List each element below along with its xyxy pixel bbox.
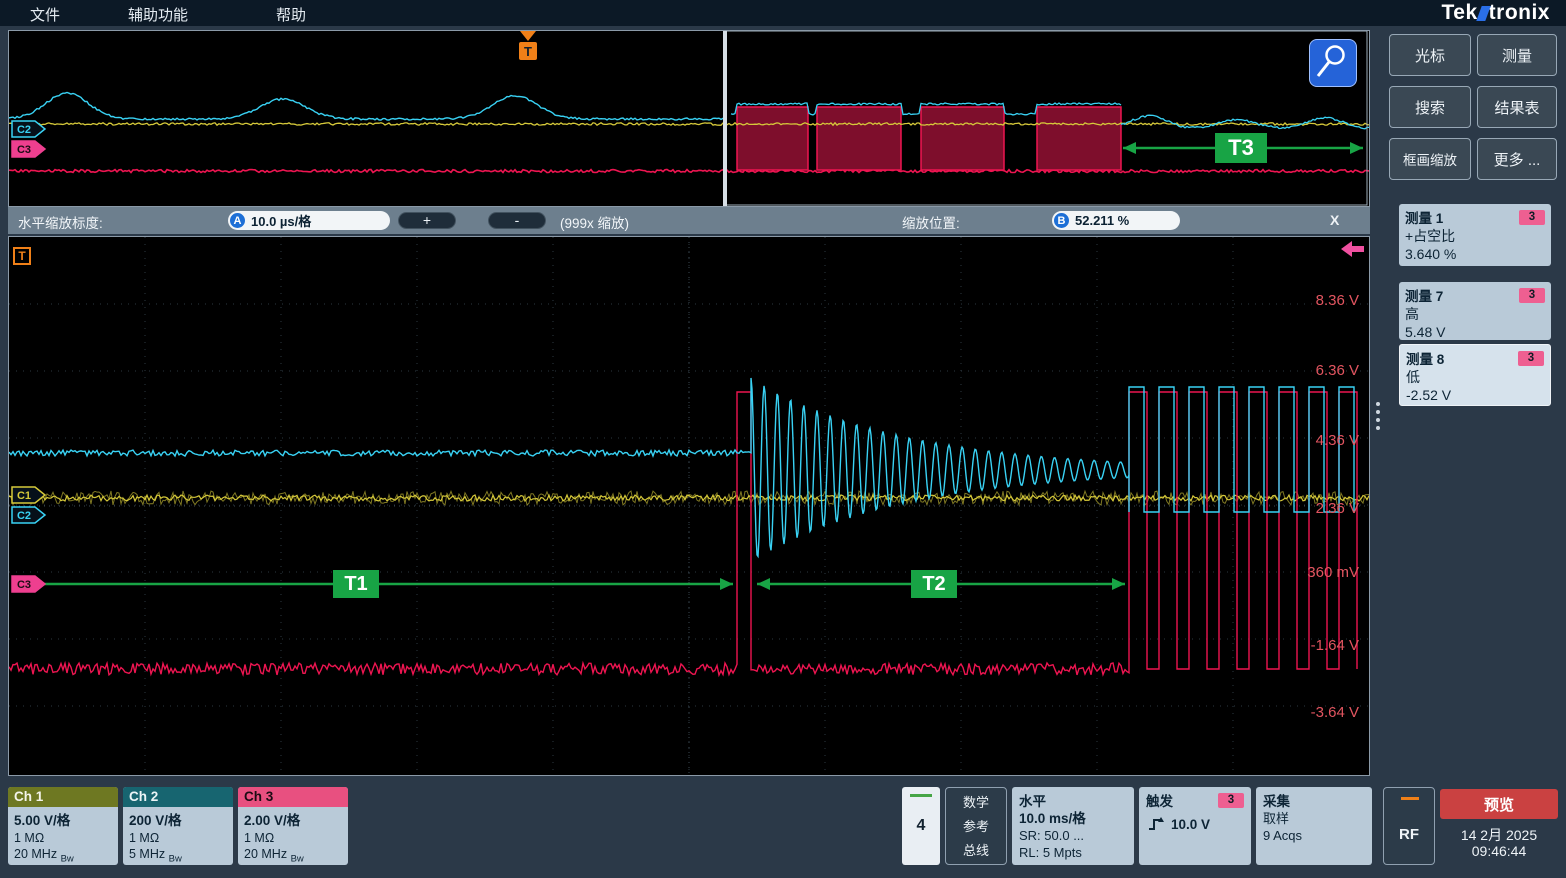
zoom-position-label: 缩放位置:: [902, 212, 960, 232]
bandwidth-limit-icon: Bw: [169, 854, 182, 865]
cursors-button[interactable]: 光标: [1389, 34, 1471, 76]
more-button[interactable]: 更多 ...: [1477, 138, 1557, 180]
volt-label: 4.36 V: [1289, 432, 1359, 449]
channel3-marker[interactable]: C3: [11, 574, 47, 594]
t1-annotation: T1: [333, 570, 379, 598]
source-channel-badge: 3: [1519, 288, 1545, 303]
time-label: 09:46:44: [1440, 843, 1558, 859]
zoom-control-bar: 水平缩放标度: A 10.0 µs/格 + - (999x 缩放) 缩放位置: …: [8, 207, 1370, 234]
measurement-badge-7[interactable]: 测量 73 高 5.48 V: [1399, 282, 1551, 340]
t2-annotation: T2: [911, 570, 957, 598]
main-waveforms: [9, 237, 1369, 775]
svg-text:C3: C3: [17, 144, 31, 156]
rf-color-dash-icon: [1401, 797, 1419, 800]
svg-text:C2: C2: [17, 510, 31, 522]
zoom-in-button[interactable]: +: [398, 212, 456, 229]
channel1-badge[interactable]: Ch 1 5.00 V/格 1 MΩ 20 MHz Bw: [8, 787, 118, 865]
channel2-marker[interactable]: C2: [11, 505, 47, 525]
volt-label: 6.36 V: [1289, 362, 1359, 379]
volt-label: 8.36 V: [1289, 292, 1359, 309]
acquisition-badge[interactable]: 采集 取样 9 Acqs: [1256, 787, 1372, 865]
waveform-overview[interactable]: T C2 C3 T3: [8, 30, 1370, 207]
volt-label: 360 mV: [1289, 564, 1359, 581]
zoom-magnifier-icon[interactable]: [1309, 39, 1357, 87]
volt-label: 2.36 V: [1289, 500, 1359, 517]
measurement-badge-8[interactable]: 测量 83 低 -2.52 V: [1399, 344, 1551, 406]
trigger-marker[interactable]: T: [519, 42, 537, 60]
rising-edge-icon: [1146, 817, 1166, 832]
bottom-bar: Ch 1 5.00 V/格 1 MΩ 20 MHz Bw Ch 2 200 V/…: [0, 784, 1566, 878]
menu-file[interactable]: 文件: [30, 4, 60, 25]
menu-help[interactable]: 帮助: [276, 4, 306, 25]
source-channel-badge: 3: [1518, 351, 1544, 366]
magnifier-glyph: [1310, 40, 1354, 84]
right-sidebar: 光标 测量 搜索 结果表 框画缩放 更多 ... 测量 13 +占空比 3.64…: [1383, 30, 1563, 780]
add-math-button[interactable]: 数学: [946, 791, 1006, 815]
t3-annotation: T3: [1215, 133, 1267, 163]
channel2-badge[interactable]: Ch 2 200 V/格 1 MΩ 5 MHz Bw: [123, 787, 233, 865]
zoom-scale-label: 水平缩放标度:: [18, 212, 103, 232]
channel4-color-dash-icon: [910, 794, 932, 797]
zoom-factor-label: (999x 缩放): [560, 212, 629, 232]
channel1-marker[interactable]: C1: [11, 485, 47, 505]
channel2-overview-marker[interactable]: C2: [11, 119, 47, 139]
trigger-indicator[interactable]: T: [13, 247, 31, 265]
channel3-overview-marker[interactable]: C3: [11, 139, 47, 159]
add-math-ref-bus-button[interactable]: 数学 参考 总线: [945, 787, 1007, 865]
panel-drag-handle[interactable]: [1374, 398, 1382, 434]
volt-label: -3.64 V: [1289, 704, 1359, 721]
tektronix-logo: Tektronix: [1442, 1, 1550, 25]
svg-text:C2: C2: [17, 124, 31, 136]
zoom-out-button[interactable]: -: [488, 212, 546, 229]
add-bus-button[interactable]: 总线: [946, 839, 1006, 863]
bandwidth-limit-icon: Bw: [291, 854, 304, 865]
volt-label: -1.64 V: [1289, 637, 1359, 654]
rf-button[interactable]: RF: [1383, 787, 1435, 865]
svg-text:C3: C3: [17, 579, 31, 591]
overview-waveforms: [9, 31, 1369, 206]
menu-utility[interactable]: 辅助功能: [128, 4, 188, 25]
date-label: 14 2月 2025: [1440, 825, 1558, 845]
channel4-badge[interactable]: 4: [902, 787, 940, 865]
source-channel-badge: 3: [1519, 210, 1545, 225]
close-zoom-icon[interactable]: X: [1330, 212, 1339, 228]
trigger-source-badge: 3: [1218, 793, 1244, 808]
svg-text:C1: C1: [17, 490, 31, 502]
multipurpose-b-icon: B: [1054, 213, 1069, 228]
search-button[interactable]: 搜索: [1389, 86, 1471, 128]
trigger-level-arrow-icon[interactable]: [1341, 240, 1365, 258]
multipurpose-a-icon: A: [230, 213, 245, 228]
main-waveform-display[interactable]: T 8.36 V 6.36 V 4.36 V 2.36 V 360 mV -1.…: [8, 236, 1370, 776]
measurement-badge-1[interactable]: 测量 13 +占空比 3.640 %: [1399, 204, 1551, 266]
horizontal-badge[interactable]: 水平 10.0 ms/格 SR: 50.0 ... RL: 5 Mpts: [1012, 787, 1134, 865]
results-table-button[interactable]: 结果表: [1477, 86, 1557, 128]
trigger-badge[interactable]: 触发3 10.0 V: [1139, 787, 1251, 865]
bandwidth-limit-icon: Bw: [61, 854, 74, 865]
oscilloscope-ui: 文件 辅助功能 帮助 Tektronix T C2 C3 T3 水平缩放标度: …: [0, 0, 1566, 878]
preview-button[interactable]: 预览: [1440, 789, 1558, 819]
box-zoom-button[interactable]: 框画缩放: [1389, 138, 1471, 180]
zoom-position-value[interactable]: B 52.211 %: [1052, 211, 1180, 230]
menu-bar: 文件 辅助功能 帮助 Tektronix: [0, 0, 1566, 26]
channel3-badge[interactable]: Ch 3 2.00 V/格 1 MΩ 20 MHz Bw: [238, 787, 348, 865]
trigger-position-icon[interactable]: [520, 31, 536, 41]
add-ref-button[interactable]: 参考: [946, 815, 1006, 839]
measure-button[interactable]: 测量: [1477, 34, 1557, 76]
zoom-scale-value[interactable]: A 10.0 µs/格: [228, 211, 390, 230]
